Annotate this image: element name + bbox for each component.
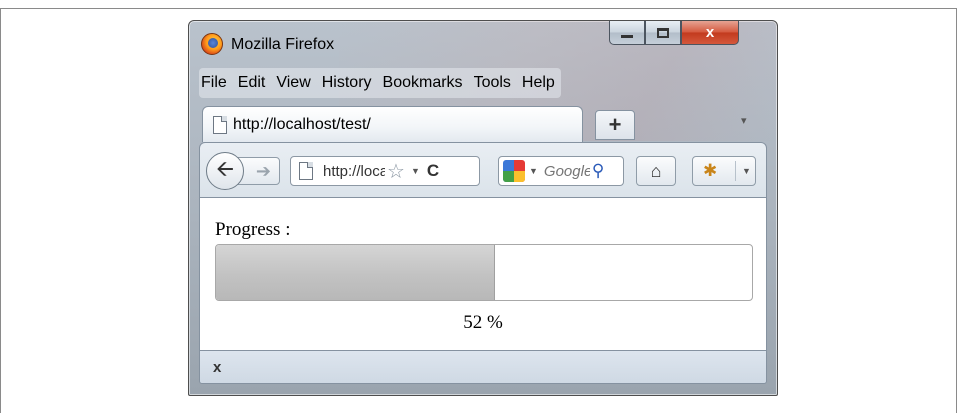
- progress-label: Progress :: [215, 219, 291, 240]
- addon-button[interactable]: ✱ ▼: [692, 156, 756, 186]
- close-icon: x: [705, 24, 715, 41]
- reload-icon[interactable]: C: [427, 161, 439, 181]
- maximize-button[interactable]: [645, 21, 681, 45]
- firefox-logo-icon: [201, 33, 223, 55]
- search-engine-dropdown-icon[interactable]: ▼: [529, 166, 538, 176]
- arrow-right-icon: ➔: [255, 160, 271, 181]
- navigation-toolbar: ➔ 🡨 ☆ ▼ C ▼ ⚲ ⌂ ✱ ▼: [199, 142, 767, 198]
- menu-file[interactable]: File: [201, 72, 227, 94]
- home-button[interactable]: ⌂: [636, 156, 676, 186]
- url-dropdown-icon[interactable]: ▼: [411, 166, 420, 176]
- progress-value: 52 %: [463, 312, 503, 333]
- menu-edit[interactable]: Edit: [238, 72, 266, 94]
- star-icon[interactable]: ☆: [387, 159, 405, 184]
- tab-list-dropdown-icon[interactable]: ▾: [741, 114, 747, 127]
- menu-help[interactable]: Help: [522, 72, 555, 94]
- close-window-button[interactable]: x: [681, 21, 739, 45]
- menubar: File Edit View History Bookmarks Tools H…: [199, 68, 561, 98]
- window-title: Mozilla Firefox: [231, 36, 335, 53]
- status-bar: x: [199, 350, 767, 384]
- tab-active[interactable]: http://localhost/test/: [202, 106, 583, 142]
- url-bar[interactable]: ☆ ▼ C: [290, 156, 480, 186]
- search-icon[interactable]: ⚲: [592, 161, 604, 181]
- addon-separator: [735, 161, 736, 181]
- tab-label: http://localhost/test/: [233, 115, 371, 133]
- search-input[interactable]: [543, 162, 590, 180]
- search-bar[interactable]: ▼ ⚲: [498, 156, 624, 186]
- progress-fill: [216, 245, 495, 300]
- site-identity-icon: [299, 162, 313, 180]
- browser-window: Mozilla Firefox x File Edit View History…: [188, 20, 778, 396]
- url-input[interactable]: [323, 162, 385, 180]
- progress-bar: [215, 244, 753, 301]
- maximize-icon: [657, 27, 669, 38]
- menu-tools[interactable]: Tools: [474, 72, 511, 94]
- tab-strip: http://localhost/test/ + ▾: [189, 106, 777, 142]
- new-tab-button[interactable]: +: [595, 110, 635, 140]
- menu-history[interactable]: History: [322, 72, 372, 94]
- titlebar[interactable]: Mozilla Firefox x: [189, 21, 777, 65]
- home-icon: ⌂: [650, 160, 662, 181]
- outer-frame-top: [0, 8, 957, 9]
- minimize-icon: [621, 35, 633, 38]
- page-icon: [213, 115, 227, 134]
- google-icon[interactable]: [503, 160, 525, 182]
- bug-icon: ✱: [703, 161, 718, 180]
- page-content: Progress : 52 %: [199, 198, 767, 350]
- arrow-left-icon: 🡨: [216, 156, 234, 181]
- caption-buttons: x: [609, 21, 739, 47]
- outer-frame-left: [0, 8, 1, 413]
- menu-bookmarks[interactable]: Bookmarks: [383, 72, 463, 94]
- addon-dropdown-icon[interactable]: ▼: [742, 166, 751, 176]
- minimize-button[interactable]: [609, 21, 645, 45]
- back-button[interactable]: 🡨: [206, 152, 244, 190]
- close-status-icon[interactable]: x: [213, 359, 221, 376]
- menu-view[interactable]: View: [276, 72, 310, 94]
